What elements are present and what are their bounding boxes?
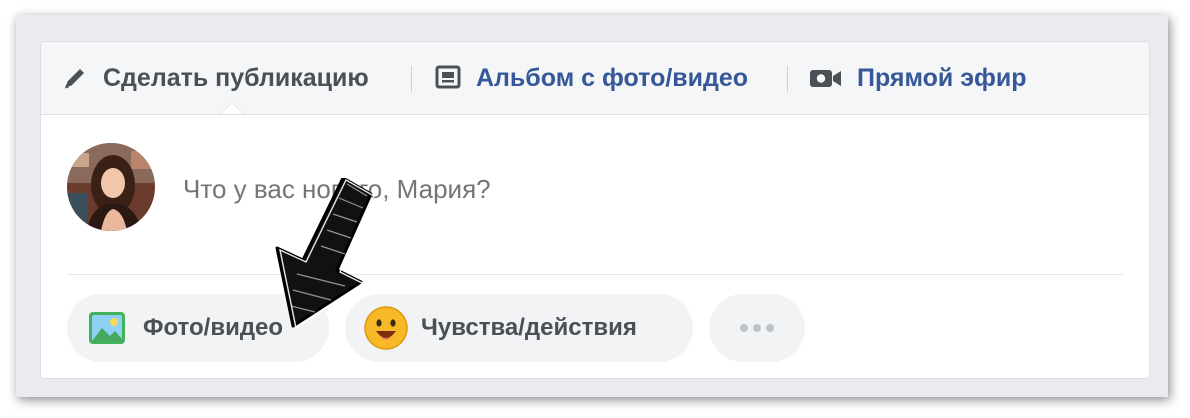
- tab-create-post-label: Сделать публикацию: [103, 63, 369, 92]
- more-options-button[interactable]: [709, 294, 805, 362]
- tab-photo-album[interactable]: Альбом с фото/видео: [434, 42, 748, 114]
- screenshot-frame: Сделать публикацию Альбом с фото/видео П…: [16, 15, 1168, 397]
- video-camera-icon: [809, 66, 843, 90]
- feelings-activity-label: Чувства/действия: [421, 314, 637, 341]
- tab-separator: [787, 66, 788, 92]
- more-dots-icon: [740, 324, 774, 332]
- tab-separator: [411, 66, 412, 92]
- post-composer-card: Сделать публикацию Альбом с фото/видео П…: [40, 41, 1150, 379]
- pencil-icon: [61, 64, 89, 92]
- photo-video-button[interactable]: Фото/видео: [67, 294, 329, 362]
- photo-album-icon: [434, 64, 462, 92]
- photo-video-label: Фото/видео: [143, 314, 284, 341]
- tab-create-post[interactable]: Сделать публикацию: [61, 42, 369, 114]
- user-avatar[interactable]: [67, 143, 155, 231]
- feelings-activity-button[interactable]: Чувства/действия: [345, 294, 693, 362]
- tab-live-video-label: Прямой эфир: [857, 63, 1027, 92]
- status-composer-input[interactable]: [181, 168, 1085, 210]
- tab-photo-album-label: Альбом с фото/видео: [476, 63, 749, 92]
- smiley-face-icon: [363, 305, 409, 351]
- active-tab-indicator-fill: [221, 103, 243, 114]
- composer-divider: [67, 274, 1123, 275]
- composer-tab-bar: Сделать публикацию Альбом с фото/видео П…: [41, 42, 1149, 115]
- photo-icon: [87, 308, 127, 348]
- tab-live-video[interactable]: Прямой эфир: [809, 42, 1027, 114]
